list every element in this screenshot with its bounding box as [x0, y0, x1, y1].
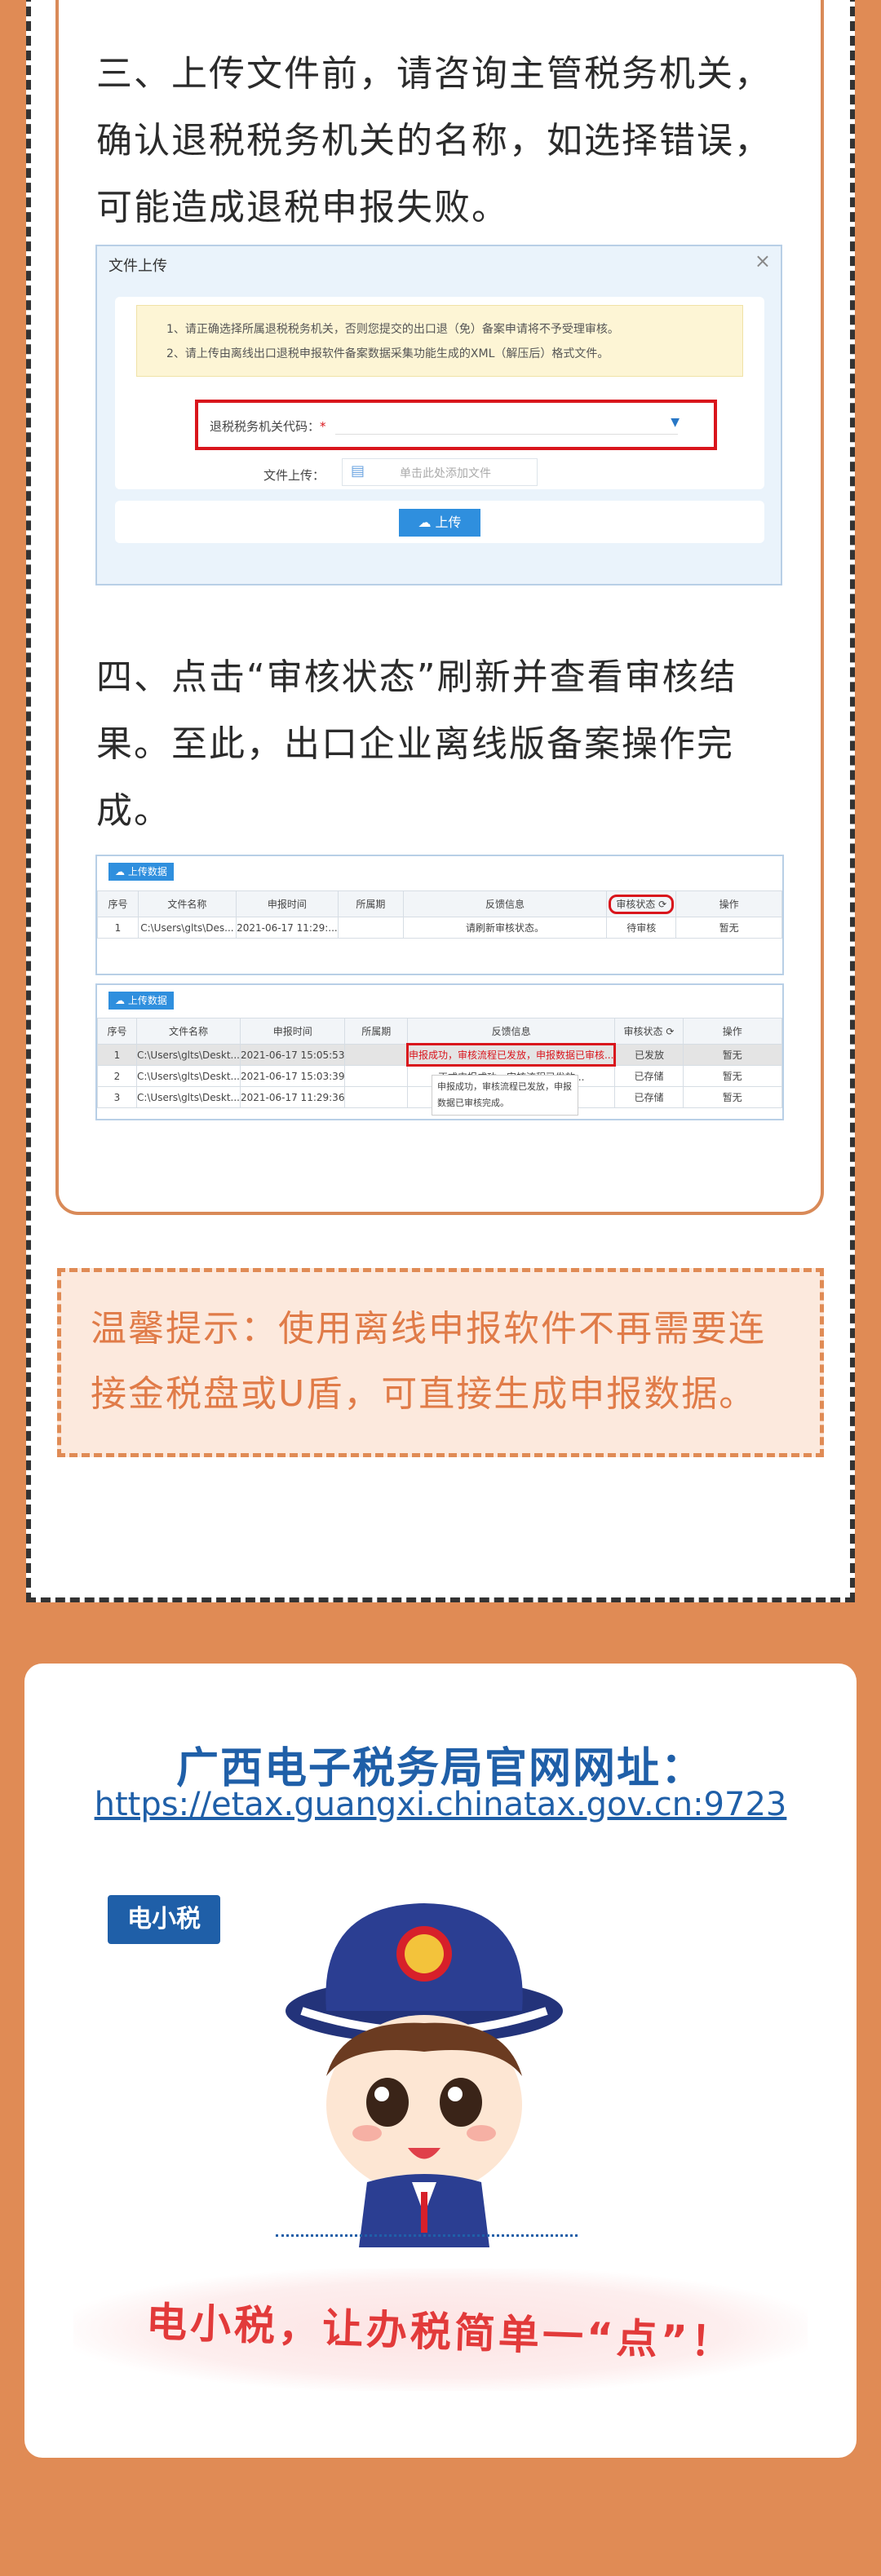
table-row[interactable]: 1 C:\Users\glts\Deskt... 2021-06-17 15:0…	[97, 1043, 783, 1067]
step3-text: 三、上传文件前，请咨询主管税务机关，确认退税税务机关的名称，如选择错误，可能造成…	[96, 53, 772, 228]
code-input-underline	[335, 434, 678, 435]
upload-data-table-2: ☁ 上传数据 序号 文件名称 申报时间 所属期 反馈信息 审核状态 ⟳ 操作 1…	[95, 983, 784, 1120]
upload-button[interactable]: ☁ 上传	[399, 509, 480, 537]
upload-bar: ☁ 上传	[115, 501, 764, 543]
close-icon[interactable]: ×	[755, 250, 771, 272]
tax-office-code-select[interactable]: 退税税务机关代码：* ▼	[195, 400, 717, 450]
dialog-body: 1、请正确选择所属退税税务机关，否则您提交的出口退（免）备案申请将不予受理审核。…	[115, 297, 764, 489]
audit-status-header[interactable]: 审核状态 ⟳	[606, 890, 677, 917]
website-card: 广西电子税务局官网网址： https://etax.guangxi.chinat…	[24, 1664, 857, 2458]
chevron-down-icon[interactable]: ▼	[671, 416, 680, 429]
upload-data-tag[interactable]: ☁ 上传数据	[108, 863, 174, 881]
brand-badge: 电小税	[108, 1895, 220, 1944]
file-placeholder: 单击此处添加文件	[400, 467, 491, 480]
upload-data-table-1: ☁ 上传数据 序号 文件名称 申报时间 所属期 反馈信息 审核状态 ⟳ 操作 1…	[95, 855, 784, 975]
website-link[interactable]: https://etax.guangxi.chinatax.gov.cn:972…	[24, 1786, 857, 1823]
table-row[interactable]: 1 C:\Users\glts\Des... 2021-06-17 11:29:…	[97, 917, 782, 939]
table-header: 序号 文件名称 申报时间 所属期 反馈信息 审核状态 ⟳ 操作	[97, 1018, 783, 1045]
feedback-tooltip: 申报成功，审核流程已发放，申报数据已审核完成。	[432, 1075, 578, 1116]
step4-text: 四、点击“审核状态”刷新并查看审核结果。至此，出口企业离线版备案操作完成。	[96, 656, 737, 832]
table-header: 序号 文件名称 申报时间 所属期 反馈信息 审核状态 ⟳ 操作	[97, 890, 782, 917]
mascot-illustration	[286, 1903, 563, 2247]
notice-line-1: 1、请正确选择所属退税税务机关，否则您提交的出口退（免）备案申请将不予受理审核。	[166, 323, 619, 336]
file-picker[interactable]: ▤ 单击此处添加文件	[342, 458, 538, 486]
file-upload-dialog: 文件上传 × 1、请正确选择所属退税税务机关，否则您提交的出口退（免）备案申请将…	[95, 245, 782, 585]
upload-data-tag[interactable]: ☁ 上传数据	[108, 992, 174, 1010]
code-label: 退税税务机关代码：*	[210, 419, 326, 434]
dotted-divider	[276, 2234, 578, 2237]
notice-line-2: 2、请上传由离线出口退税申报软件备案数据采集功能生成的XML（解压后）格式文件。	[166, 347, 609, 360]
notice-box: 1、请正确选择所属退税税务机关，否则您提交的出口退（免）备案申请将不予受理审核。…	[136, 305, 743, 377]
dialog-title: 文件上传	[108, 258, 167, 275]
file-label: 文件上传：	[263, 468, 325, 483]
file-icon: ▤	[351, 462, 365, 479]
tip-box: 温馨提示：使用离线申报软件不再需要连接金税盘或U盾，可直接生成申报数据。	[57, 1268, 824, 1457]
audit-status-header[interactable]: 审核状态 ⟳	[614, 1018, 684, 1045]
